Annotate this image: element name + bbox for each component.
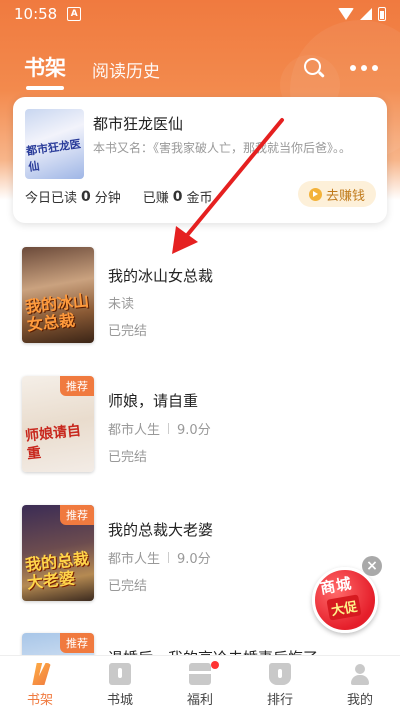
divider bbox=[168, 423, 170, 434]
signal-icon bbox=[360, 8, 372, 20]
book-meta: 都市人生 9.0分 bbox=[108, 419, 211, 438]
recommend-badge: 推荐 bbox=[60, 633, 94, 653]
book-status: 已完结 bbox=[108, 579, 148, 594]
nav-bookstore[interactable]: 书城 bbox=[80, 656, 160, 710]
book-meta: 都市人生 9.0分 bbox=[108, 548, 211, 567]
tab-reading-history[interactable]: 阅读历史 bbox=[92, 57, 160, 82]
status-time: 10:58 bbox=[14, 5, 58, 23]
ranking-icon bbox=[269, 663, 291, 685]
search-icon[interactable] bbox=[302, 56, 326, 80]
nav-label: 我的 bbox=[346, 693, 373, 708]
status-icons bbox=[338, 7, 386, 21]
earn-label: 已赚 bbox=[142, 191, 169, 206]
recent-book-title[interactable]: 都市狂龙医仙 bbox=[93, 113, 183, 134]
book-category: 都市人生 bbox=[108, 423, 161, 438]
nav-label: 书架 bbox=[26, 693, 53, 708]
book-title[interactable]: 师娘，请自重 bbox=[108, 390, 198, 411]
wifi-icon bbox=[338, 8, 354, 20]
nav-label: 福利 bbox=[186, 693, 213, 708]
book-rating: 9.0分 bbox=[177, 423, 211, 438]
notification-icon: A bbox=[67, 7, 82, 21]
tab-bookshelf[interactable]: 书架 bbox=[24, 52, 66, 90]
reading-stats: 今日已读 0 分钟 已赚 0 金币 bbox=[25, 187, 213, 207]
bookshelf-icon bbox=[32, 663, 51, 685]
nav-welfare[interactable]: 福利 bbox=[160, 656, 240, 710]
nav-label: 排行 bbox=[266, 693, 293, 708]
book-cover[interactable]: 我的冰山女总裁 bbox=[22, 247, 94, 343]
close-icon[interactable]: × bbox=[362, 556, 382, 576]
battery-icon bbox=[378, 7, 386, 21]
read-minutes: 0 bbox=[81, 188, 91, 205]
more-icon[interactable] bbox=[350, 62, 382, 74]
bookstore-icon bbox=[109, 663, 131, 685]
recent-book-card[interactable]: 都市狂龙医仙 都市狂龙医仙 本书又名：《害我家破人亡，那我就当你后爸》。。 今日… bbox=[13, 97, 387, 223]
list-item[interactable]: 我的冰山女总裁 我的冰山女总裁 未读 已完结 bbox=[0, 247, 400, 347]
book-cover[interactable]: 推荐 师娘请自重 bbox=[22, 376, 94, 472]
notification-dot bbox=[211, 661, 219, 669]
cover-title: 都市狂龙医仙 bbox=[25, 137, 82, 174]
list-item[interactable]: 推荐 师娘请自重 师娘，请自重 都市人生 9.0分 已完结 bbox=[0, 376, 400, 476]
earn-button-label: 去赚钱 bbox=[325, 188, 365, 204]
nav-ranking[interactable]: 排行 bbox=[240, 656, 320, 710]
read-unit: 分钟 bbox=[94, 191, 121, 206]
recommend-badge: 推荐 bbox=[60, 505, 94, 525]
book-cover[interactable]: 推荐 我的总裁大老婆 bbox=[22, 505, 94, 601]
cover-title: 我的冰山女总裁 bbox=[24, 290, 90, 335]
gift-icon bbox=[189, 663, 211, 685]
cover-title: 师娘请自重 bbox=[24, 422, 82, 463]
recommend-badge: 推荐 bbox=[60, 376, 94, 396]
book-read-status: 未读 bbox=[108, 297, 135, 312]
cover-title: 我的总裁大老婆 bbox=[24, 548, 90, 593]
earn-coins: 0 bbox=[172, 188, 183, 205]
nav-label: 书城 bbox=[106, 693, 133, 708]
book-rating: 9.0分 bbox=[177, 552, 211, 567]
earn-unit: 金币 bbox=[186, 191, 213, 206]
nav-profile[interactable]: 我的 bbox=[320, 656, 400, 710]
recent-book-subtitle: 本书又名：《害我家破人亡，那我就当你后爸》。。 bbox=[93, 141, 352, 155]
book-status: 已完结 bbox=[108, 324, 148, 339]
profile-icon bbox=[349, 663, 371, 685]
nav-bookshelf[interactable]: 书架 bbox=[0, 656, 80, 710]
book-status: 已完结 bbox=[108, 450, 148, 465]
book-category: 都市人生 bbox=[108, 552, 161, 567]
status-bar: 10:58 A bbox=[0, 0, 400, 28]
book-meta: 未读 bbox=[108, 293, 134, 312]
coin-icon bbox=[308, 187, 322, 201]
bottom-navigation: 书架 书城 福利 排行 我的 bbox=[0, 655, 400, 710]
divider bbox=[168, 552, 170, 563]
read-label: 今日已读 bbox=[25, 191, 78, 206]
earn-money-button[interactable]: 去赚钱 bbox=[298, 181, 376, 207]
book-title[interactable]: 我的总裁大老婆 bbox=[108, 519, 213, 540]
top-tabs: 书架 阅读历史 bbox=[24, 52, 160, 90]
recent-book-cover[interactable]: 都市狂龙医仙 bbox=[25, 109, 84, 179]
book-title[interactable]: 我的冰山女总裁 bbox=[108, 265, 213, 286]
